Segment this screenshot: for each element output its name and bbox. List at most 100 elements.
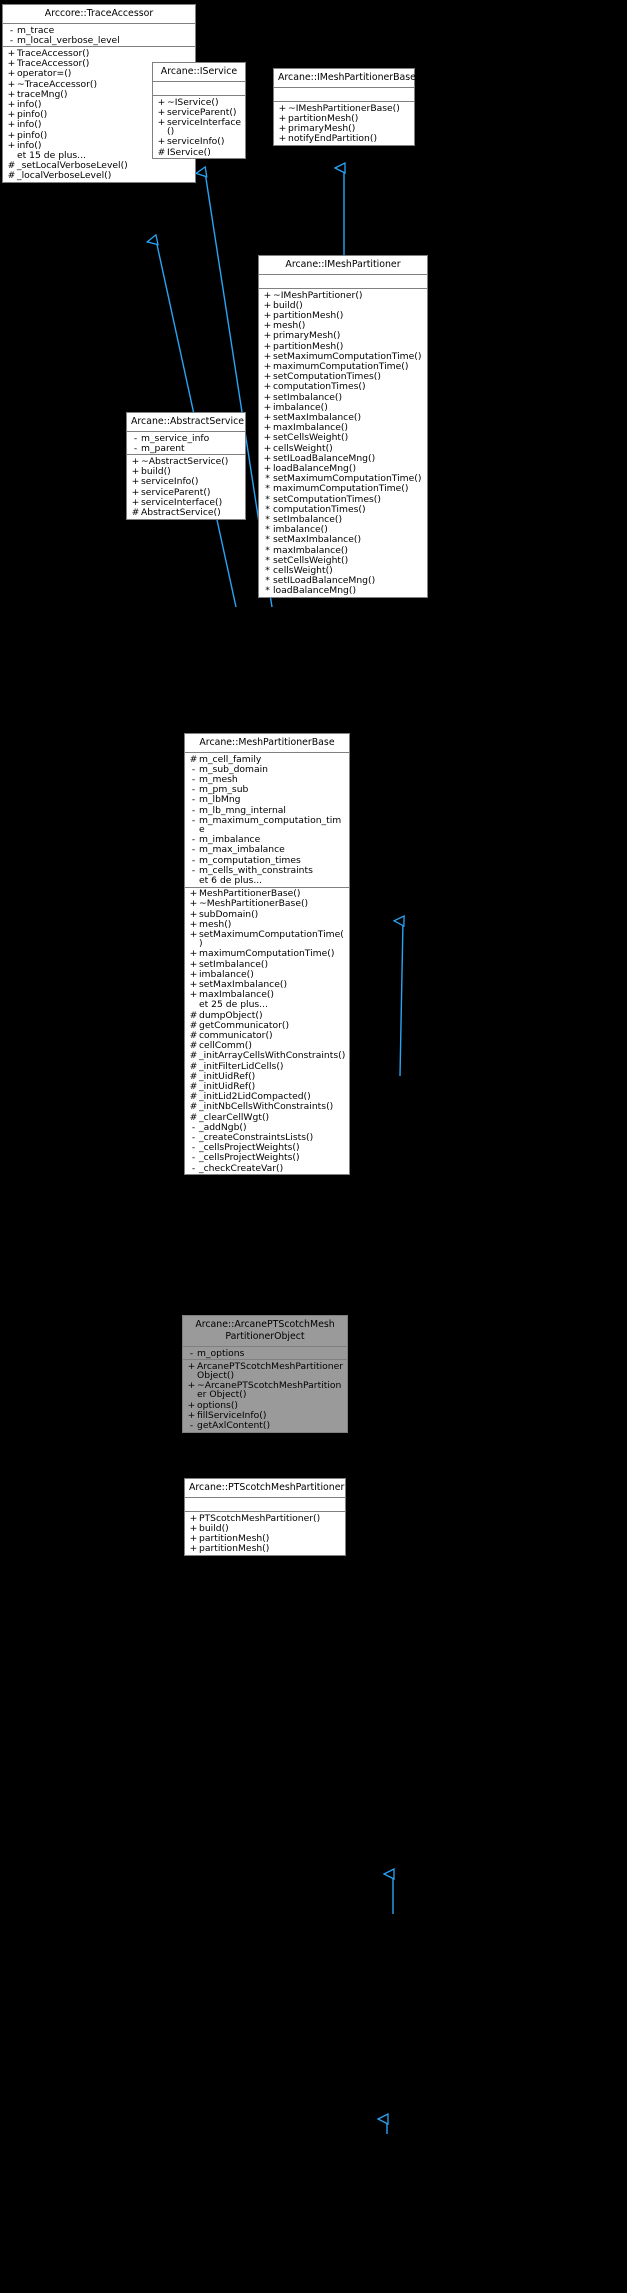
- member-name: communicator(): [199, 1030, 273, 1042]
- class-box-abstractservice[interactable]: Arcane::AbstractService - m_service_info -…: [126, 412, 246, 520]
- member-row: + partitionMesh(): [185, 1544, 345, 1554]
- visibility-marker: +: [189, 1512, 198, 1524]
- member-name: setILoadBalanceMng(): [273, 575, 376, 587]
- operations-compartment: + ~IService() + serviceParent() + serviceInte…: [153, 96, 245, 158]
- visibility-marker: *: [265, 554, 270, 566]
- member-name: setMaxImbalance(): [273, 411, 362, 423]
- member-name: maxImbalance(): [273, 422, 349, 434]
- member-name: m_lb_mng_internal: [199, 804, 286, 816]
- member-name: _initNbCellsWithConstraints(): [199, 1101, 334, 1113]
- member-row: # AbstractService(): [127, 507, 245, 517]
- member-row: - m_sub_domain: [185, 764, 349, 774]
- member-name: mesh(): [199, 918, 232, 930]
- visibility-marker: +: [189, 968, 198, 980]
- attributes-compartment: [259, 275, 427, 290]
- visibility-marker: +: [131, 496, 140, 508]
- member-row: - _checkCreateVar(): [185, 1163, 349, 1173]
- visibility-marker: +: [157, 116, 166, 128]
- visibility-marker: +: [189, 928, 198, 940]
- class-box-iservice[interactable]: Arcane::IService + ~IService() + servicePar…: [152, 62, 246, 160]
- visibility-marker: +: [189, 888, 198, 900]
- visibility-marker: +: [7, 129, 16, 141]
- visibility-marker: #: [189, 753, 198, 765]
- member-name: loadBalanceMng(): [273, 585, 357, 597]
- member-name: build(): [273, 299, 303, 311]
- visibility-marker: +: [187, 1399, 196, 1411]
- member-name: ~IService(): [167, 96, 219, 108]
- class-box-imeshpartitionerbase[interactable]: Arcane::IMeshPartitionerBase + ~IMeshPart…: [273, 68, 416, 146]
- visibility-marker: +: [278, 102, 287, 114]
- visibility-marker: +: [7, 78, 16, 90]
- class-title: Arcane::IMeshPartitionerBase: [274, 69, 416, 89]
- member-row: - _addNgb(): [185, 1122, 349, 1132]
- member-row: + serviceInfo(): [153, 137, 245, 147]
- visibility-marker: -: [189, 1347, 194, 1359]
- visibility-marker: +: [187, 1360, 196, 1372]
- member-name: et 25 de plus...: [199, 999, 268, 1011]
- member-row: + ~ArcanePTScotchMeshPartitioner Object(): [183, 1381, 347, 1400]
- visibility-marker: *: [265, 493, 270, 505]
- visibility-marker: #: [157, 146, 166, 158]
- visibility-marker: +: [7, 68, 16, 80]
- member-name: dumpObject(): [199, 1009, 263, 1021]
- member-row: + partitionMesh(): [259, 341, 427, 351]
- member-name: TraceAccessor(): [17, 47, 90, 59]
- visibility-marker: -: [191, 1152, 196, 1164]
- attributes-compartment: - m_trace - m_local_verbose_level: [3, 24, 195, 48]
- member-row: + primaryMesh(): [274, 123, 414, 133]
- member-row: + serviceInterface(): [153, 116, 245, 137]
- member-row: - m_parent: [127, 443, 245, 453]
- member-name: serviceInfo(): [141, 476, 199, 488]
- visibility-marker: +: [263, 411, 272, 423]
- member-row: + MeshPartitionerBase(): [185, 889, 349, 899]
- member-name: mesh(): [273, 320, 306, 332]
- member-name: ~MeshPartitionerBase(): [199, 898, 309, 910]
- member-row: + setILoadBalanceMng(): [259, 453, 427, 463]
- attributes-compartment: [274, 88, 414, 103]
- member-name: _clearCellWgt(): [199, 1111, 270, 1123]
- member-name: ~AbstractService(): [141, 455, 229, 467]
- visibility-marker: +: [189, 979, 198, 990]
- class-box-arcaneptscotchmeshpartitionerobject[interactable]: Arcane::ArcanePTScotchMesh PartitionerOb…: [182, 1315, 348, 1433]
- member-row: + partitionMesh(): [259, 310, 427, 320]
- member-name: build(): [141, 466, 171, 478]
- member-row: # getCommunicator(): [185, 1020, 349, 1030]
- visibility-marker: +: [263, 320, 272, 332]
- member-row: + maximumComputationTime(): [259, 361, 427, 371]
- member-row: + imbalance(): [259, 402, 427, 412]
- member-name: imbalance(): [273, 401, 328, 413]
- class-box-ptscotchmeshpartitioner[interactable]: Arcane::PTScotchMeshPartitioner + PTScotc…: [184, 1478, 346, 1556]
- member-name: _checkCreateVar(): [199, 1162, 284, 1174]
- member-row: # _clearCellWgt(): [185, 1112, 349, 1122]
- visibility-marker: *: [265, 585, 270, 597]
- class-box-meshpartitionerbase[interactable]: Arcane::MeshPartitionerBase # m_cell_fami…: [184, 733, 350, 1176]
- visibility-marker: +: [263, 381, 272, 393]
- visibility-marker: -: [191, 773, 196, 785]
- visibility-marker: +: [7, 58, 16, 70]
- member-row: + ~IService(): [153, 97, 245, 107]
- visibility-marker: -: [191, 763, 196, 775]
- visibility-marker: +: [278, 122, 287, 134]
- member-row: - m_lb_mng_internal: [185, 805, 349, 815]
- member-name: setMaxImbalance(): [199, 979, 288, 990]
- member-row: - getAxlContent(): [183, 1420, 347, 1430]
- attributes-compartment: [153, 82, 245, 97]
- member-name: m_imbalance: [199, 834, 261, 846]
- member-row: + maxImbalance(): [185, 990, 349, 1000]
- visibility-marker: #: [189, 1009, 198, 1021]
- visibility-marker: #: [189, 1070, 198, 1082]
- member-row: - m_max_imbalance: [185, 845, 349, 855]
- member-name: m_service_info: [141, 432, 210, 444]
- visibility-marker: -: [191, 854, 196, 866]
- member-name: getAxlContent(): [197, 1419, 271, 1431]
- visibility-marker: +: [157, 106, 166, 118]
- member-row: + PTScotchMeshPartitioner(): [185, 1513, 345, 1523]
- member-row: + ~IMeshPartitionerBase(): [274, 103, 414, 113]
- visibility-marker: +: [263, 462, 272, 474]
- class-box-imeshpartitioner[interactable]: Arcane::IMeshPartitioner + ~IMeshPartitio…: [258, 255, 428, 599]
- member-name: IService(): [167, 146, 211, 158]
- member-row: # _initNbCellsWithConstraints(): [185, 1102, 349, 1112]
- member-name: setMaximumComputationTime(): [199, 928, 344, 950]
- visibility-marker: +: [131, 476, 140, 488]
- member-row-more: et 25 de plus...: [185, 1000, 349, 1010]
